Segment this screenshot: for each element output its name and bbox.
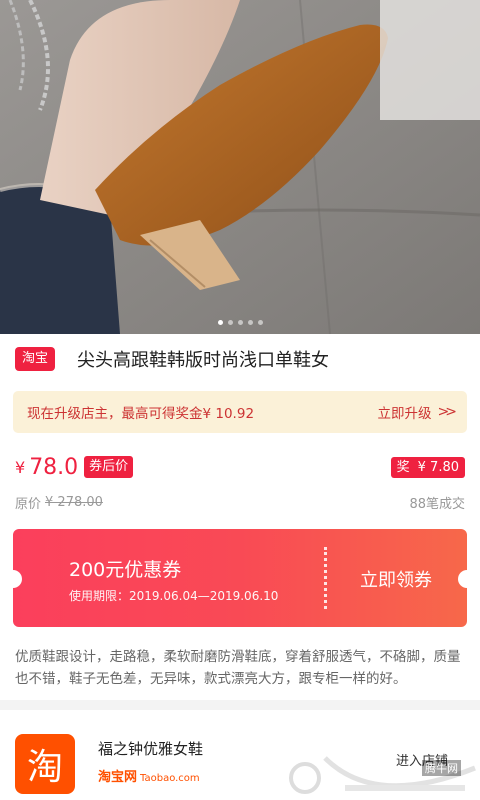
reward-value: ¥ 7.80 [417,459,459,475]
upgrade-link[interactable]: 立即升级 >> [377,402,458,422]
reward-badge: 奖 ¥ 7.80 [390,456,465,478]
product-title: 尖头高跟鞋韩版时尚浅口单鞋女 [77,350,330,371]
section-divider [0,700,480,710]
shop-name: 福之钟优雅女鞋 [98,740,204,758]
claim-coupon-button[interactable]: 立即领券 [360,566,432,592]
price-row: ¥ 78.0 券后价 奖 ¥ 7.80 [15,452,465,482]
coupon-amount: 200元优惠券 [69,559,182,581]
product-description: 优质鞋跟设计，走路稳，柔软耐磨防滑鞋底，穿着舒服透气，不硌脚，质量也不错，鞋子无… [15,649,461,687]
price-value: 78.0 [29,454,79,480]
carousel-pager [0,320,480,325]
shop-logo-icon: 淘 [15,734,75,794]
sales-count: 88笔成交 [409,496,465,512]
platform-domain: Taobao.com [140,773,200,784]
after-coupon-tag: 券后价 [84,456,134,478]
reward-label: 奖 [396,459,410,475]
double-chevron-right-icon: >> [437,404,458,420]
original-price-label: 原价 [15,496,42,512]
shop-platform: 淘宝网 Taobao.com [98,766,200,785]
coupon-card[interactable]: 200元优惠券 使用期限：2019.06.04—2019.06.10 立即领券 [13,529,467,627]
carousel-dot[interactable] [237,320,243,325]
upgrade-link-label: 立即升级 [377,406,432,422]
coupon-divider [324,547,327,609]
coupon-validity: 使用期限：2019.06.04—2019.06.10 [69,589,279,603]
upgrade-banner-text: 现在升级店主，最高可得奖金¥ 10.92 [27,406,255,422]
source-badge: 淘宝 [15,347,56,371]
original-price: ¥ 278.00 [45,494,103,510]
product-title-row: 淘宝 尖头高跟鞋韩版时尚浅口单鞋女 [15,345,465,373]
carousel-dot[interactable] [227,320,233,325]
platform-name: 淘宝网 [98,770,138,785]
product-photo [0,0,480,334]
product-image-carousel[interactable] [0,0,480,334]
carousel-dot[interactable] [257,320,263,325]
carousel-dot[interactable] [217,320,223,325]
price-currency: ¥ [15,457,26,477]
shop-row[interactable]: 淘 福之钟优雅女鞋 淘宝网 Taobao.com 进入店铺 腾牛网 [0,710,480,800]
coupon-notch-right [458,570,467,588]
upgrade-banner[interactable]: 现在升级店主，最高可得奖金¥ 10.92 立即升级 >> [13,391,467,433]
coupon-notch-left [13,570,22,588]
meta-row: 原价 ¥ 278.00 88笔成交 [15,492,465,512]
watermark-brand: 腾牛网 [422,760,461,776]
carousel-dot[interactable] [247,320,253,325]
